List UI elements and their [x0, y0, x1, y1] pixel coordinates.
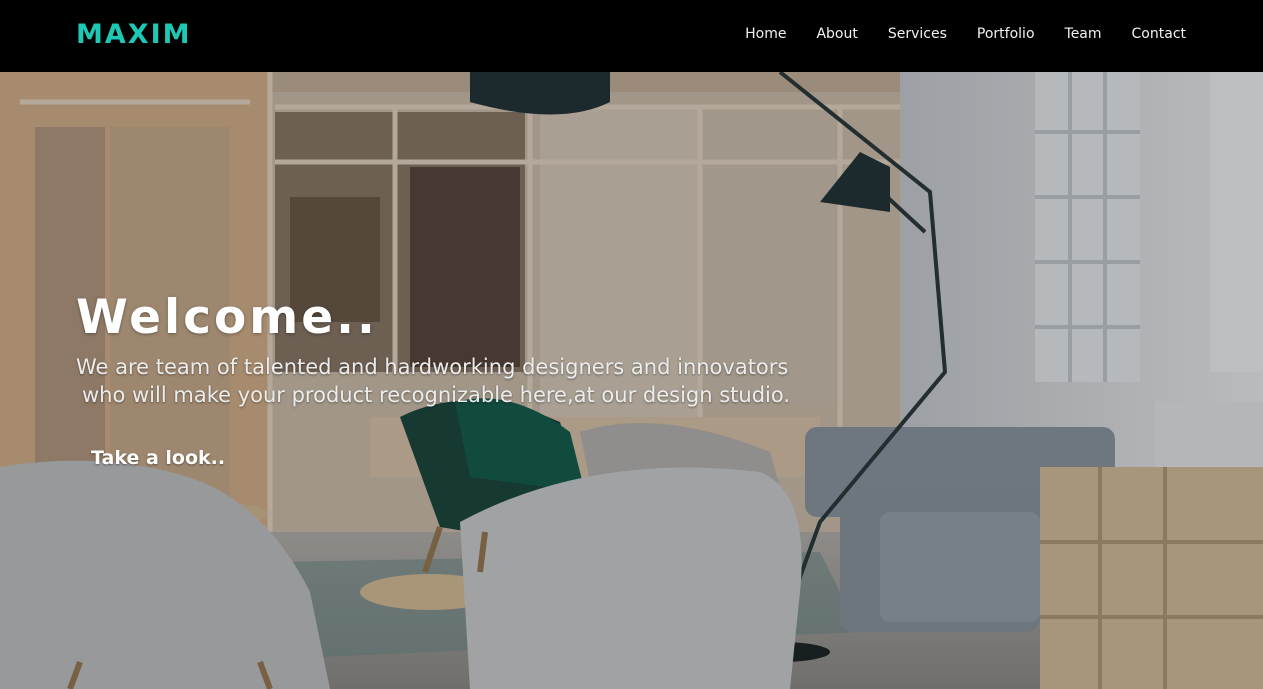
nav-link-services[interactable]: Services [888, 26, 947, 42]
nav-link-about[interactable]: About [816, 26, 857, 42]
brand-logo[interactable]: MAXIM [76, 19, 192, 50]
hero-text-line-1: We are team of talented and hardworking … [76, 355, 789, 379]
take-a-look-button[interactable]: Take a look.. [91, 447, 225, 469]
hero-text-line-2: who will make your product recognizable … [82, 383, 791, 407]
nav-menu: Home About Services Portfolio Team Conta… [715, 25, 1186, 43]
hero-section: Welcome.. We are team of talented and ha… [0, 72, 1263, 689]
hero-description: We are team of talented and hardworking … [76, 353, 856, 409]
navbar: MAXIM Home About Services Portfolio Team… [0, 0, 1263, 72]
nav-link-home[interactable]: Home [745, 26, 786, 42]
hero-title: Welcome.. [76, 290, 378, 345]
nav-link-team[interactable]: Team [1065, 26, 1102, 42]
nav-link-portfolio[interactable]: Portfolio [977, 26, 1035, 42]
nav-link-contact[interactable]: Contact [1132, 26, 1186, 42]
